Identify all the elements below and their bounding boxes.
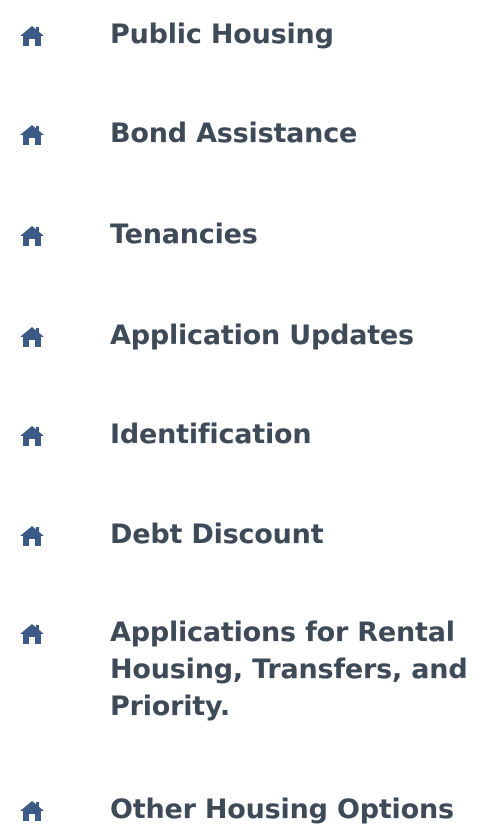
menu-item-label: Debt Discount (110, 519, 324, 550)
menu-item-debt-discount[interactable]: Debt Discount (0, 514, 483, 558)
home-icon (19, 225, 45, 247)
menu-item-label: Tenancies (110, 219, 258, 250)
home-icon (19, 525, 45, 547)
menu-item-tenancies[interactable]: Tenancies (0, 214, 483, 258)
housing-menu: Public Housing Bond Assistance Tenancies… (0, 0, 483, 828)
menu-item-bond-assistance[interactable]: Bond Assistance (0, 113, 483, 157)
menu-item-other-housing-options[interactable]: Other Housing Options (0, 791, 483, 828)
home-icon (19, 623, 45, 645)
menu-item-label: Other Housing Options (110, 794, 454, 825)
menu-item-label: Applications for Rental Housing, Transfe… (110, 617, 468, 722)
menu-item-application-updates[interactable]: Application Updates (0, 315, 483, 359)
menu-item-label: Public Housing (110, 19, 334, 50)
menu-item-identification[interactable]: Identification (0, 414, 483, 458)
home-icon (19, 25, 45, 47)
home-icon (19, 124, 45, 146)
menu-item-public-housing[interactable]: Public Housing (0, 14, 483, 58)
home-icon (19, 800, 45, 822)
home-icon (19, 425, 45, 447)
menu-item-applications-rental-housing[interactable]: Applications for Rental Housing, Transfe… (0, 612, 483, 732)
menu-item-label: Bond Assistance (110, 118, 358, 149)
home-icon (19, 326, 45, 348)
menu-item-label: Application Updates (110, 320, 414, 351)
menu-item-label: Identification (110, 419, 312, 450)
